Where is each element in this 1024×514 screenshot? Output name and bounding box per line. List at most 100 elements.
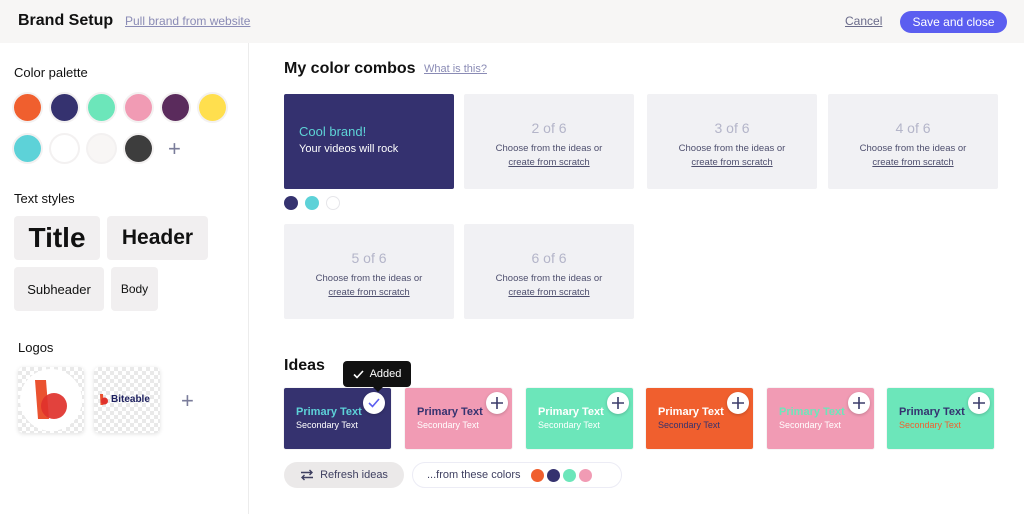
add-idea-button[interactable] xyxy=(607,392,629,414)
tooltip-text: Added xyxy=(369,368,402,380)
check-icon xyxy=(353,369,364,379)
palette-swatch[interactable] xyxy=(88,135,115,162)
added-check-button[interactable] xyxy=(363,392,385,414)
create-from-scratch-link[interactable]: create from scratch xyxy=(828,156,998,170)
text-style-subheader[interactable]: Subheader xyxy=(14,267,104,311)
page-title: Brand Setup xyxy=(18,12,114,29)
slot-hint: Choose from the ideas or create from scra… xyxy=(464,272,634,300)
idea-card[interactable]: Primary Text Secondary Text xyxy=(887,388,994,449)
slot-hint-text: Choose from the ideas or xyxy=(495,273,603,284)
biteable-mark-icon xyxy=(100,394,108,405)
text-style-title[interactable]: Title xyxy=(14,216,100,260)
logos-label: Logos xyxy=(18,340,54,355)
swap-arrows-icon xyxy=(301,469,314,481)
idea-secondary-text: Secondary Text xyxy=(538,420,600,430)
combo-color-dot xyxy=(305,196,319,210)
palette-swatch[interactable] xyxy=(14,94,41,121)
slot-number: 2 of 6 xyxy=(531,120,567,136)
palette-swatch[interactable] xyxy=(51,135,78,162)
plus-icon xyxy=(973,397,985,409)
logo-wordmark-tile[interactable]: Biteable xyxy=(94,367,160,433)
ideas-title: Ideas xyxy=(284,357,325,374)
palette-swatch[interactable] xyxy=(199,94,226,121)
from-color-dot xyxy=(546,468,560,482)
color-combo-slot[interactable]: 4 of 6 Choose from the ideas or create fro… xyxy=(828,94,998,189)
color-combo-slot[interactable]: 3 of 6 Choose from the ideas or create fro… xyxy=(647,94,817,189)
slot-hint: Choose from the ideas or create from scra… xyxy=(647,142,817,170)
add-idea-button[interactable] xyxy=(486,392,508,414)
idea-card[interactable]: Primary Text Secondary Text xyxy=(284,388,391,449)
add-idea-button[interactable] xyxy=(848,392,870,414)
added-tooltip: Added xyxy=(343,361,411,392)
from-colors-selector[interactable]: ...from these colors xyxy=(412,462,622,488)
palette-swatch[interactable] xyxy=(162,94,189,121)
slot-hint-text: Choose from the ideas or xyxy=(859,143,967,154)
color-combo-slot[interactable]: 5 of 6 Choose from the ideas or create fro… xyxy=(284,224,454,319)
combo-color-dot xyxy=(326,196,340,210)
palette-swatch[interactable] xyxy=(125,135,152,162)
color-combos-title: My color combos xyxy=(284,60,416,77)
idea-secondary-text: Secondary Text xyxy=(658,420,720,430)
color-palette-label: Color palette xyxy=(14,65,88,80)
idea-card[interactable]: Primary Text Secondary Text xyxy=(646,388,753,449)
slot-hint: Choose from the ideas or create from scra… xyxy=(464,142,634,170)
slot-hint: Choose from the ideas or create from scra… xyxy=(284,272,454,300)
logo-icon-tile[interactable] xyxy=(18,367,84,433)
add-logo-button[interactable]: + xyxy=(181,390,194,412)
idea-card[interactable]: Primary Text Secondary Text xyxy=(767,388,874,449)
save-and-close-button[interactable]: Save and close xyxy=(900,11,1007,33)
idea-secondary-text: Secondary Text xyxy=(779,420,841,430)
slot-hint-text: Choose from the ideas or xyxy=(678,143,786,154)
plus-icon xyxy=(853,397,865,409)
combo-secondary-text: Your videos will rock xyxy=(299,143,399,155)
refresh-label: Refresh ideas xyxy=(320,469,388,481)
idea-secondary-text: Secondary Text xyxy=(417,420,479,430)
palette-swatch[interactable] xyxy=(88,94,115,121)
color-combo-1[interactable]: Cool brand! Your videos will rock xyxy=(284,94,454,189)
combo-color-dot xyxy=(284,196,298,210)
add-idea-button[interactable] xyxy=(968,392,990,414)
slot-number: 3 of 6 xyxy=(714,120,750,136)
palette-swatch[interactable] xyxy=(14,135,41,162)
from-color-dot xyxy=(530,468,544,482)
slot-hint-text: Choose from the ideas or xyxy=(495,143,603,154)
text-style-body[interactable]: Body xyxy=(111,267,158,311)
what-is-this-link[interactable]: What is this? xyxy=(424,63,487,75)
add-color-button[interactable]: + xyxy=(168,138,181,160)
text-styles-label: Text styles xyxy=(14,191,75,206)
slot-number: 4 of 6 xyxy=(895,120,931,136)
combo-primary-text: Cool brand! xyxy=(299,124,367,139)
idea-card[interactable]: Primary Text Secondary Text xyxy=(526,388,633,449)
plus-icon xyxy=(612,397,624,409)
color-combo-slot[interactable]: 2 of 6 Choose from the ideas or create fro… xyxy=(464,94,634,189)
biteable-b-logo-icon xyxy=(20,369,82,431)
create-from-scratch-link[interactable]: create from scratch xyxy=(464,156,634,170)
slot-number: 5 of 6 xyxy=(351,250,387,266)
from-color-dot xyxy=(578,468,592,482)
pull-brand-link[interactable]: Pull brand from website xyxy=(125,14,250,28)
create-from-scratch-link[interactable]: create from scratch xyxy=(284,286,454,300)
plus-icon xyxy=(732,397,744,409)
palette-swatch[interactable] xyxy=(51,94,78,121)
create-from-scratch-link[interactable]: create from scratch xyxy=(647,156,817,170)
cancel-button[interactable]: Cancel xyxy=(845,14,882,28)
color-combo-slot[interactable]: 6 of 6 Choose from the ideas or create fro… xyxy=(464,224,634,319)
text-style-header[interactable]: Header xyxy=(107,216,208,260)
idea-card[interactable]: Primary Text Secondary Text xyxy=(405,388,512,449)
slot-hint: Choose from the ideas or create from scra… xyxy=(828,142,998,170)
idea-secondary-text: Secondary Text xyxy=(899,420,961,430)
palette-swatch[interactable] xyxy=(125,94,152,121)
slot-number: 6 of 6 xyxy=(531,250,567,266)
top-bar: Brand Setup Pull brand from website Canc… xyxy=(0,0,1024,43)
from-colors-dots xyxy=(530,468,592,482)
logo-wordmark: Biteable xyxy=(111,394,150,405)
plus-icon xyxy=(491,397,503,409)
from-colors-label: ...from these colors xyxy=(427,469,521,481)
idea-secondary-text: Secondary Text xyxy=(296,420,358,430)
refresh-ideas-button[interactable]: Refresh ideas xyxy=(284,462,404,488)
create-from-scratch-link[interactable]: create from scratch xyxy=(464,286,634,300)
add-idea-button[interactable] xyxy=(727,392,749,414)
check-icon xyxy=(368,398,380,408)
slot-hint-text: Choose from the ideas or xyxy=(315,273,423,284)
sidebar: Color palette + Text styles Title Header… xyxy=(0,43,249,514)
